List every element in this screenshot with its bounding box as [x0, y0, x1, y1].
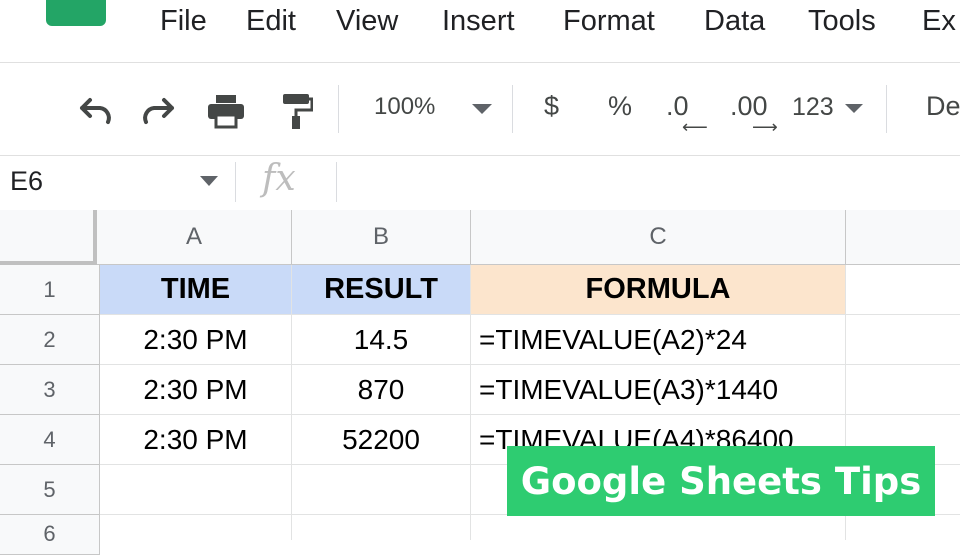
row-header-3[interactable]: 3: [0, 365, 100, 415]
tips-banner: Google Sheets Tips: [507, 446, 935, 516]
cell-d1[interactable]: [846, 265, 960, 315]
cell-a6[interactable]: [100, 515, 292, 540]
cell-a1[interactable]: TIME: [100, 265, 292, 315]
sheets-logo[interactable]: [46, 0, 106, 26]
cell-a5[interactable]: [100, 465, 292, 515]
menu-extensions[interactable]: Ex: [922, 5, 956, 38]
cell-a2[interactable]: 2:30 PM: [100, 315, 292, 365]
currency-format-button[interactable]: $: [544, 91, 559, 122]
cell-a3[interactable]: 2:30 PM: [100, 365, 292, 415]
menu-format[interactable]: Format: [563, 5, 655, 38]
menu-edit[interactable]: Edit: [246, 5, 296, 38]
percent-format-button[interactable]: %: [608, 91, 632, 122]
redo-icon[interactable]: [140, 91, 180, 131]
arrow-right-icon: ⟶: [752, 117, 778, 137]
formats-chevron-down-icon[interactable]: [845, 104, 863, 115]
font-select[interactable]: De: [926, 91, 960, 122]
formula-bar-divider: [235, 162, 236, 202]
formula-bar: E6 fx: [0, 155, 960, 211]
column-header-c[interactable]: C: [471, 210, 846, 265]
row-header-1[interactable]: 1: [0, 265, 100, 315]
banner-text: Google Sheets Tips: [520, 459, 922, 503]
cell-c6[interactable]: [471, 515, 846, 540]
row-header-4[interactable]: 4: [0, 415, 100, 465]
name-box[interactable]: E6: [10, 166, 43, 197]
menu-file[interactable]: File: [160, 5, 207, 38]
cell-d3[interactable]: [846, 365, 960, 415]
menu-tools[interactable]: Tools: [808, 5, 876, 38]
toolbar-divider: [512, 85, 513, 133]
menu-data[interactable]: Data: [704, 5, 765, 38]
toolbar-divider: [886, 85, 887, 133]
cell-b3[interactable]: 870: [292, 365, 471, 415]
fx-icon: fx: [262, 158, 296, 199]
paint-format-icon[interactable]: [276, 91, 316, 131]
toolbar: 100% $ % .0 ⟵ .00 ⟶ 123 De: [0, 62, 960, 153]
cell-b2[interactable]: 14.5: [292, 315, 471, 365]
row-header-2[interactable]: 2: [0, 315, 100, 365]
undo-icon[interactable]: [74, 91, 114, 131]
menu-insert[interactable]: Insert: [442, 5, 515, 38]
cell-b1[interactable]: RESULT: [292, 265, 471, 315]
cell-b4[interactable]: 52200: [292, 415, 471, 465]
row-header-5[interactable]: 5: [0, 465, 100, 515]
zoom-chevron-down-icon[interactable]: [472, 104, 492, 116]
cell-d6[interactable]: [846, 515, 960, 540]
name-box-chevron-down-icon[interactable]: [200, 176, 218, 186]
row-header-6[interactable]: 6: [0, 515, 100, 555]
cell-c1[interactable]: FORMULA: [471, 265, 846, 315]
menu-bar: File Edit View Insert Format Data Tools …: [0, 0, 960, 60]
menu-view[interactable]: View: [336, 5, 398, 38]
cell-b6[interactable]: [292, 515, 471, 540]
cell-c2[interactable]: =TIMEVALUE(A2)*24: [471, 315, 846, 365]
formula-bar-divider: [336, 162, 337, 202]
zoom-select[interactable]: 100%: [374, 93, 435, 121]
more-formats-button[interactable]: 123: [792, 93, 834, 122]
cell-b5[interactable]: [292, 465, 471, 515]
cell-c3[interactable]: =TIMEVALUE(A3)*1440: [471, 365, 846, 415]
toolbar-divider: [338, 85, 339, 133]
cell-a4[interactable]: 2:30 PM: [100, 415, 292, 465]
select-all-corner[interactable]: [0, 210, 97, 265]
column-header-b[interactable]: B: [292, 210, 471, 265]
cell-d2[interactable]: [846, 315, 960, 365]
column-header-d[interactable]: [846, 210, 960, 265]
print-icon[interactable]: [206, 91, 246, 131]
column-header-a[interactable]: A: [97, 210, 292, 265]
arrow-left-icon: ⟵: [682, 117, 708, 137]
